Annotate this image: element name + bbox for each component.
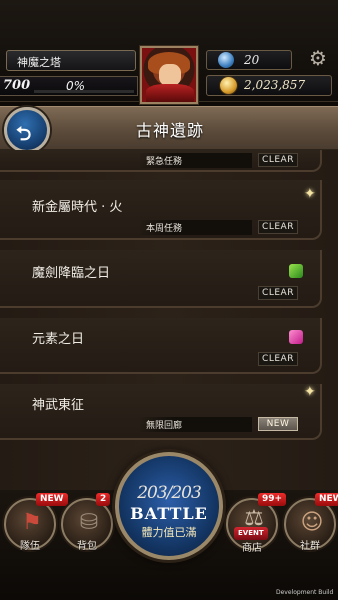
game-title: 神魔之塔 (6, 50, 136, 71)
people-icon: ☺ (300, 510, 324, 535)
player-level: 700 (3, 78, 31, 93)
bag-label: 背包 (77, 541, 97, 552)
stage-type: 緊急任務 (140, 153, 252, 168)
notification-badge: NEW (36, 493, 68, 506)
shop-label: 商店 (242, 543, 262, 554)
notification-badge: 2 (96, 493, 111, 506)
stage-title: 元素之日 (32, 332, 85, 347)
heart-element-icon (289, 330, 303, 344)
flag-icon: ⚑ (22, 510, 42, 535)
list-item[interactable]: 神武東征 無限回廊 NEW ✦ (0, 384, 322, 440)
list-item[interactable]: 新金屬時代 · 火 本周任務 CLEAR ✦ (0, 180, 322, 240)
list-item[interactable]: 元素之日 CLEAR (0, 318, 322, 374)
stage-list[interactable]: 緊急任務 CLEAR 新金屬時代 · 火 本周任務 CLEAR ✦ 魔劍降臨之日… (0, 150, 338, 490)
sparkle-icon: ✦ (304, 384, 316, 400)
stage-title: 新金屬時代 · 火 (32, 200, 123, 215)
build-label: Development Build (276, 589, 334, 596)
bag-icon: ⛁ (79, 510, 99, 535)
stage-title: 魔劍降臨之日 (32, 266, 111, 281)
sparkle-icon: ✦ (304, 186, 316, 202)
coin-icon (220, 77, 237, 94)
notification-badge: NEW (315, 493, 338, 506)
exp-bar (34, 90, 134, 93)
list-item[interactable]: 緊急任務 CLEAR (0, 150, 322, 172)
gear-icon[interactable]: ⚙ (302, 46, 334, 70)
wood-element-icon (289, 264, 303, 278)
page-title: 古神遺跡 (135, 121, 204, 140)
social-label: 社群 (300, 541, 320, 552)
stamina-counter: 203/203 (137, 483, 202, 503)
list-item[interactable]: 魔劍降臨之日 CLEAR (0, 250, 322, 308)
stamina-status: 體力值已滿 (141, 526, 197, 539)
avatar-armor (146, 84, 194, 102)
new-badge: NEW (258, 417, 298, 431)
clear-badge: CLEAR (258, 352, 298, 366)
avatar-face (159, 64, 181, 86)
clear-badge: CLEAR (258, 153, 298, 167)
stage-type: 無限回廊 (140, 417, 252, 432)
back-arrow-icon: ⮌ (16, 123, 32, 145)
clear-badge: CLEAR (258, 220, 298, 234)
team-label: 隊伍 (20, 541, 40, 552)
gem-count: 20 (244, 53, 260, 67)
diamond-icon (218, 52, 234, 68)
stage-type: 本周任務 (140, 220, 252, 235)
battle-label: BATTLE (130, 504, 208, 523)
notification-badge: 99+ (258, 493, 287, 506)
stage-title: 神武東征 (32, 398, 85, 413)
gold-count: 2,023,857 (244, 78, 306, 92)
clear-badge: CLEAR (258, 286, 298, 300)
player-avatar[interactable] (140, 46, 198, 104)
